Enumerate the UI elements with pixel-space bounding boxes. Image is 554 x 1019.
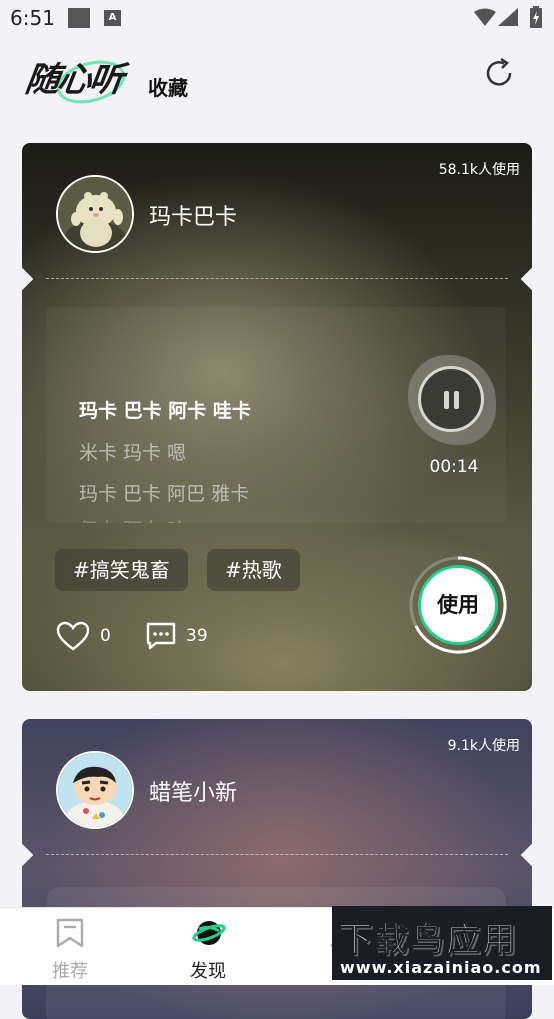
status-bar: 6:51 A [0,0,554,36]
pause-icon-bar [454,391,459,409]
logo-text: 随心听 [22,60,125,100]
usage-count: 9.1k人使用 [447,738,520,754]
status-time: 6:51 [10,6,55,30]
nav-tab-discover[interactable]: 发现 [148,908,268,985]
battery-icon [530,6,542,28]
pause-button[interactable] [418,366,484,432]
a-notification-icon: A [104,10,121,26]
comment-icon [146,622,176,650]
watermark-title: 下载鸟应用 [338,920,518,961]
lyric-line: 伊卡 阿卡 哈 [79,515,186,523]
nav-tab-recommend[interactable]: 推荐 [10,908,130,985]
sound-card[interactable]: 58.1k人使用 玛卡巴卡 玛卡 巴卡 阿卡 哇卡 米卡 玛卡 嗯 玛卡 巴卡 … [22,143,532,691]
character-avatar[interactable] [56,751,134,829]
notification-icon [68,8,90,28]
pause-icon [444,391,449,409]
comment-button[interactable]: 39 [146,621,208,651]
notch-left [22,267,34,291]
refresh-icon[interactable] [482,56,516,90]
card-name: 玛卡巴卡 [149,205,238,230]
play-time: 00:14 [429,457,479,477]
lyric-line: 米卡 玛卡 嗯 [79,442,187,464]
nav-label: 发现 [190,961,226,982]
comment-count: 39 [186,626,208,646]
app-header: 随心听 收藏 [0,40,554,120]
watermark-url: www.xiazainiao.com [340,958,542,977]
tag-chip[interactable]: #热歌 [207,549,300,591]
wifi-icon [474,8,496,26]
signal-icon [498,8,518,26]
bookmark-icon [56,918,84,948]
notch-right [520,843,532,867]
heart-icon [56,621,90,651]
page-title: 收藏 [148,76,188,100]
lyric-line-current: 玛卡 巴卡 阿卡 哇卡 [79,400,251,422]
like-count: 0 [100,626,111,646]
divider [46,278,508,279]
divider [46,854,508,855]
character-avatar[interactable] [56,175,134,253]
app-logo: 随心听 [22,52,134,111]
notch-left [22,843,34,867]
use-button[interactable]: 使用 [418,565,498,645]
notch-right [520,267,532,291]
watermark: 下载鸟应用 www.xiazainiao.com [332,906,552,980]
tag-chip[interactable]: #搞笑鬼畜 [55,549,188,591]
lyric-line: 玛卡 巴卡 阿巴 雅卡 [79,483,250,505]
nav-label: 推荐 [52,961,88,982]
card-name: 蜡笔小新 [149,781,238,806]
planet-icon [192,921,226,945]
usage-count: 58.1k人使用 [438,162,520,178]
like-button[interactable]: 0 [56,621,111,651]
